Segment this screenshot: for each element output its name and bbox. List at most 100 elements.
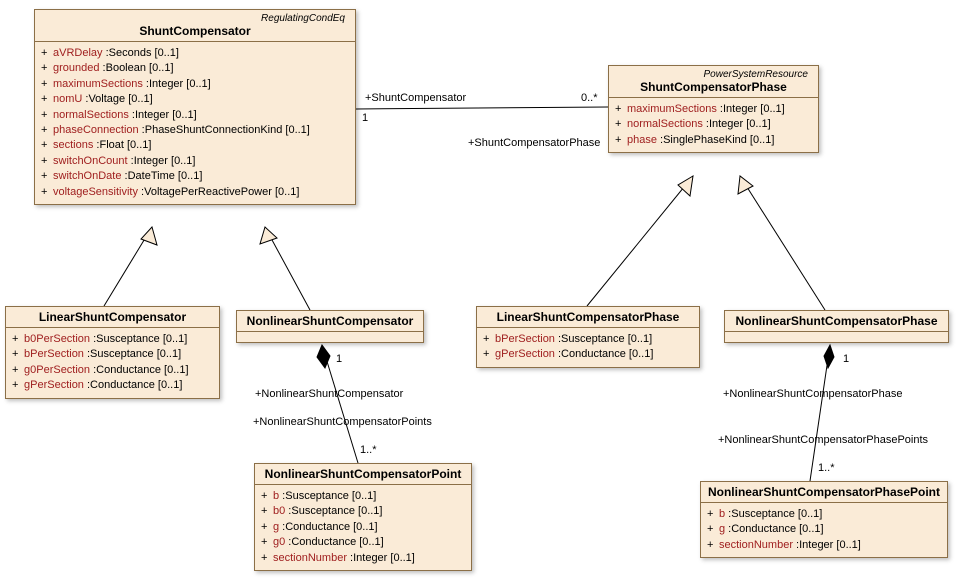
attribute-name: gPerSection: [495, 348, 555, 360]
comp-mult-nsc-1: 1: [336, 353, 342, 365]
attribute-row: +nomU :Voltage [0..1]: [41, 92, 349, 107]
class-name: NonlinearShuntCompensator: [243, 314, 417, 328]
class-name: LinearShuntCompensator: [12, 310, 213, 324]
attribute-name: b0PerSection: [24, 333, 90, 345]
visibility-symbol: +: [41, 46, 53, 61]
comp-mult-nsc-points: 1..*: [360, 444, 377, 456]
attribute-type: :Susceptance [0..1]: [555, 333, 652, 345]
attribute-type: :Integer [0..1]: [793, 539, 861, 551]
visibility-symbol: +: [707, 522, 719, 537]
class-header: LinearShuntCompensatorPhase: [477, 307, 699, 328]
attribute-row: +phase :SinglePhaseKind [0..1]: [615, 133, 812, 148]
class-name: LinearShuntCompensatorPhase: [483, 310, 693, 324]
attribute-row: +phaseConnection :PhaseShuntConnectionKi…: [41, 123, 349, 138]
attribute-row: +bPerSection :Susceptance [0..1]: [483, 332, 693, 347]
comp-role-nsc: +NonlinearShuntCompensator: [255, 388, 403, 400]
attribute-type: :Conductance [0..1]: [90, 364, 188, 376]
attribute-name: gPerSection: [24, 379, 84, 391]
class-body: +bPerSection :Susceptance [0..1]+gPerSec…: [477, 328, 699, 367]
attribute-name: nomU: [53, 93, 82, 105]
class-name: NonlinearShuntCompensatorPoint: [261, 467, 465, 481]
visibility-symbol: +: [12, 332, 24, 347]
class-body: +b :Susceptance [0..1]+b0 :Susceptance […: [255, 485, 471, 570]
attribute-name: maximumSections: [627, 103, 717, 115]
attribute-type: :Integer [0..1]: [129, 109, 197, 121]
assoc-sc-scp: [356, 107, 608, 109]
class-body: [725, 332, 948, 342]
class-name: ShuntCompensatorPhase: [615, 80, 812, 94]
class-nonlinear-shunt-compensator: NonlinearShuntCompensator: [236, 310, 424, 343]
attribute-row: +maximumSections :Integer [0..1]: [41, 77, 349, 92]
visibility-symbol: +: [483, 332, 495, 347]
visibility-symbol: +: [707, 538, 719, 553]
class-name: ShuntCompensator: [41, 24, 349, 38]
attribute-type: :Susceptance [0..1]: [84, 348, 181, 360]
visibility-symbol: +: [261, 504, 273, 519]
visibility-symbol: +: [615, 102, 627, 117]
attribute-name: b0: [273, 505, 285, 517]
attribute-row: +g0 :Conductance [0..1]: [261, 535, 465, 550]
attribute-name: sectionNumber: [719, 539, 793, 551]
comp-mult-nscp-points: 1..*: [818, 462, 835, 474]
comp-nscp-nscpp-diamond: [824, 345, 834, 368]
visibility-symbol: +: [483, 347, 495, 362]
class-linear-shunt-compensator: LinearShuntCompensator +b0PerSection :Su…: [5, 306, 220, 399]
attribute-row: +normalSections :Integer [0..1]: [615, 117, 812, 132]
gen-nscp-scp-line: [740, 176, 825, 310]
class-body: +b :Susceptance [0..1]+g :Conductance [0…: [701, 503, 947, 557]
gen-lscp-scp-arrow: [678, 176, 693, 196]
attribute-type: :Conductance [0..1]: [725, 523, 823, 535]
attribute-name: g0PerSection: [24, 364, 90, 376]
attribute-row: +b :Susceptance [0..1]: [261, 489, 465, 504]
attribute-type: :Susceptance [0..1]: [285, 505, 382, 517]
attribute-type: :Integer [0..1]: [703, 118, 771, 130]
attribute-type: :Conductance [0..1]: [279, 521, 377, 533]
visibility-symbol: +: [41, 92, 53, 107]
class-nonlinear-shunt-compensator-phase: NonlinearShuntCompensatorPhase: [724, 310, 949, 343]
visibility-symbol: +: [261, 520, 273, 535]
attribute-name: bPerSection: [495, 333, 555, 345]
attribute-type: :Susceptance [0..1]: [90, 333, 187, 345]
gen-lsc-sc-line: [104, 227, 152, 306]
attribute-row: +g0PerSection :Conductance [0..1]: [12, 363, 213, 378]
class-nonlinear-shunt-compensator-point: NonlinearShuntCompensatorPoint +b :Susce…: [254, 463, 472, 571]
attribute-type: :Integer [0..1]: [128, 155, 196, 167]
assoc-mult-sc: 1: [362, 112, 368, 124]
class-nonlinear-shunt-compensator-phase-point: NonlinearShuntCompensatorPhasePoint +b :…: [700, 481, 948, 558]
attribute-type: :SinglePhaseKind [0..1]: [657, 134, 774, 146]
attribute-type: :Conductance [0..1]: [285, 536, 383, 548]
class-linear-shunt-compensator-phase: LinearShuntCompensatorPhase +bPerSection…: [476, 306, 700, 368]
class-body: +maximumSections :Integer [0..1]+normalS…: [609, 98, 818, 152]
attribute-name: g0: [273, 536, 285, 548]
attribute-row: +voltageSensitivity :VoltagePerReactiveP…: [41, 185, 349, 200]
visibility-symbol: +: [261, 551, 273, 566]
class-name: NonlinearShuntCompensatorPhase: [731, 314, 942, 328]
visibility-symbol: +: [41, 108, 53, 123]
class-header: RegulatingCondEq ShuntCompensator: [35, 10, 355, 42]
visibility-symbol: +: [615, 133, 627, 148]
attribute-row: +b :Susceptance [0..1]: [707, 507, 941, 522]
attribute-row: +b0 :Susceptance [0..1]: [261, 504, 465, 519]
class-body: +aVRDelay :Seconds [0..1]+grounded :Bool…: [35, 42, 355, 204]
attribute-type: :Seconds [0..1]: [103, 47, 179, 59]
gen-lsc-sc-arrow: [141, 227, 157, 245]
visibility-symbol: +: [12, 363, 24, 378]
comp-nsc-nscpoint-diamond: [317, 345, 330, 368]
attribute-row: +normalSections :Integer [0..1]: [41, 108, 349, 123]
attribute-name: bPerSection: [24, 348, 84, 360]
attribute-row: +sections :Float [0..1]: [41, 138, 349, 153]
assoc-role-scp: +ShuntCompensatorPhase: [468, 137, 600, 149]
visibility-symbol: +: [12, 347, 24, 362]
assoc-role-sc: +ShuntCompensator: [365, 92, 466, 104]
attribute-name: voltageSensitivity: [53, 186, 138, 198]
attribute-type: :DateTime [0..1]: [121, 170, 202, 182]
class-header: PowerSystemResource ShuntCompensatorPhas…: [609, 66, 818, 98]
attribute-name: maximumSections: [53, 78, 143, 90]
attribute-row: +gPerSection :Conductance [0..1]: [12, 378, 213, 393]
attribute-row: +sectionNumber :Integer [0..1]: [261, 551, 465, 566]
attribute-type: :Conductance [0..1]: [84, 379, 182, 391]
attribute-name: grounded: [53, 62, 100, 74]
attribute-row: +switchOnCount :Integer [0..1]: [41, 154, 349, 169]
attribute-row: +bPerSection :Susceptance [0..1]: [12, 347, 213, 362]
comp-role-nscp-points: +NonlinearShuntCompensatorPhasePoints: [718, 434, 928, 446]
